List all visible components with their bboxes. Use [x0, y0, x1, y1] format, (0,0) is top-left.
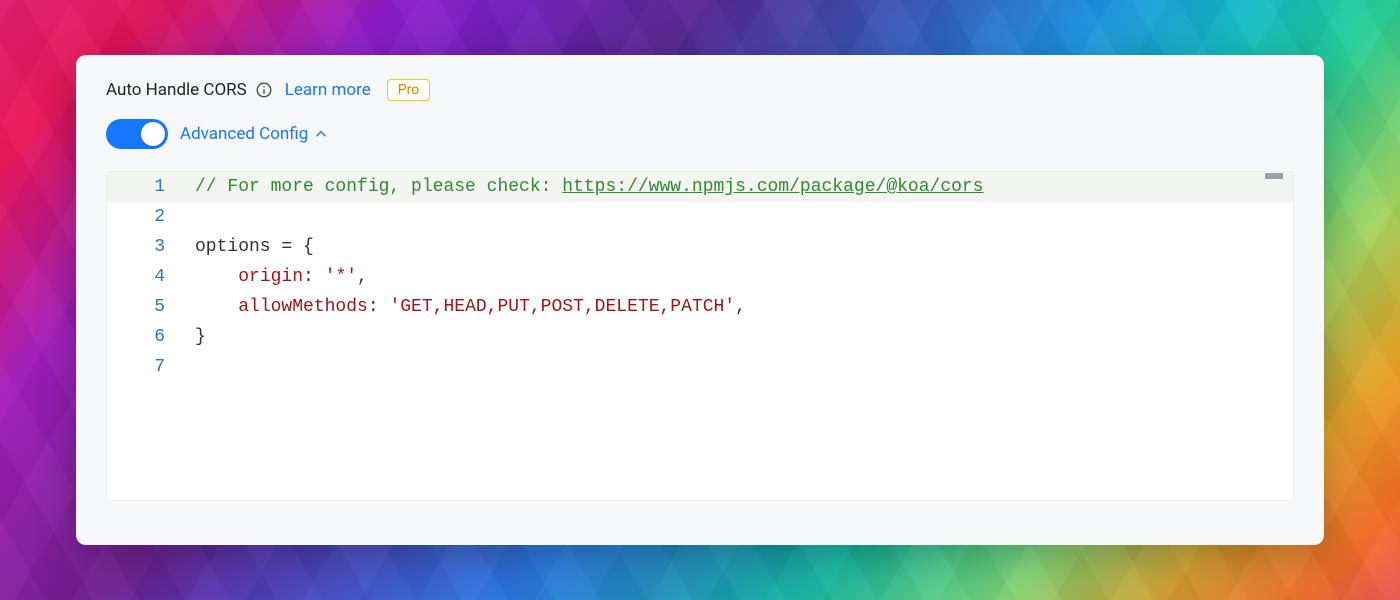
line-number: 2 [107, 202, 195, 232]
chevron-up-icon [314, 127, 328, 141]
line-number: 7 [107, 352, 195, 382]
section-title: Auto Handle CORS [106, 80, 247, 100]
line-number: 4 [107, 262, 195, 292]
code-line: 7 [107, 352, 1293, 382]
line-number: 5 [107, 292, 195, 322]
code-line: 2 [107, 202, 1293, 232]
advanced-config-toggle[interactable] [106, 119, 168, 149]
code-content: allowMethods: 'GET,HEAD,PUT,POST,DELETE,… [195, 292, 1293, 322]
cors-settings-panel: Auto Handle CORS Learn more Pro Advanced… [76, 55, 1324, 545]
code-line: 3 options = { [107, 232, 1293, 262]
info-icon[interactable] [255, 81, 273, 99]
line-number: 3 [107, 232, 195, 262]
pro-badge: Pro [387, 79, 430, 101]
code-content: options = { [195, 232, 1293, 262]
learn-more-link[interactable]: Learn more [285, 80, 371, 100]
advanced-config-row: Advanced Config [106, 119, 1294, 149]
code-editor[interactable]: 1 // For more config, please check: http… [106, 171, 1294, 501]
cors-header-row: Auto Handle CORS Learn more Pro [106, 79, 1294, 101]
code-line: 4 origin: '*', [107, 262, 1293, 292]
advanced-config-label: Advanced Config [180, 124, 308, 144]
code-content: } [195, 322, 1293, 352]
code-content: origin: '*', [195, 262, 1293, 292]
line-number: 6 [107, 322, 195, 352]
code-line: 5 allowMethods: 'GET,HEAD,PUT,POST,DELET… [107, 292, 1293, 322]
advanced-config-expander[interactable]: Advanced Config [180, 124, 328, 144]
editor-cursor-marker [1265, 173, 1283, 179]
code-content: // For more config, please check: https:… [195, 172, 1293, 202]
code-line: 6 } [107, 322, 1293, 352]
code-line: 1 // For more config, please check: http… [107, 172, 1293, 202]
line-number: 1 [107, 172, 195, 202]
toggle-knob [141, 122, 165, 146]
